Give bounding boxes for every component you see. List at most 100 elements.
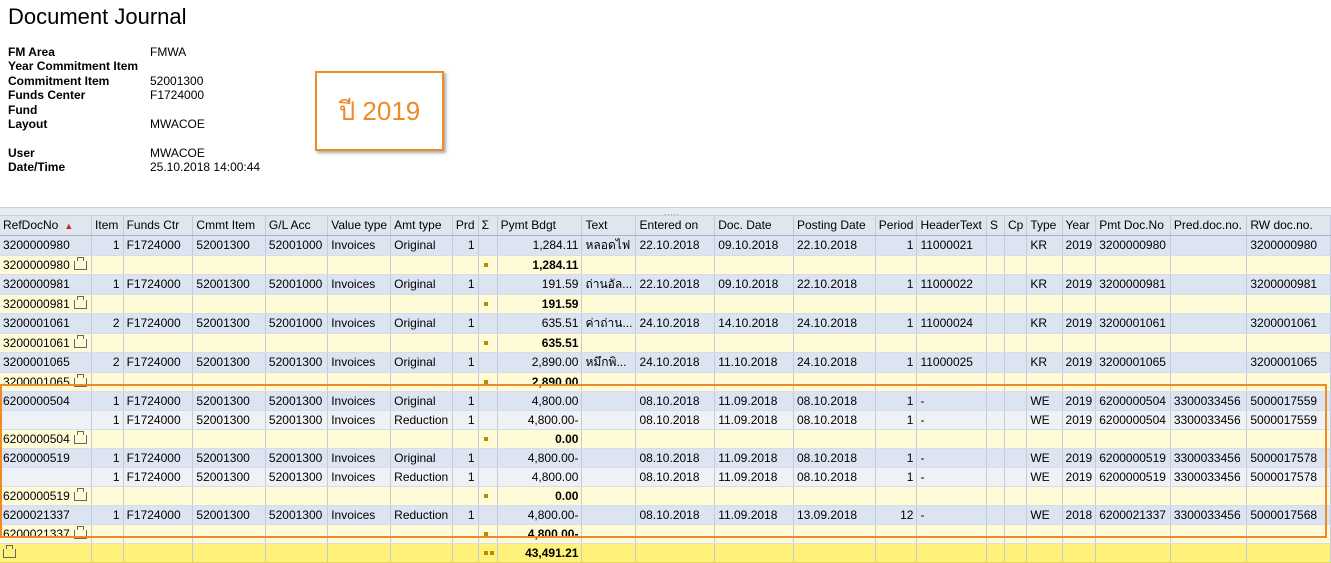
table-cell[interactable]: WE [1026,448,1063,468]
table-cell[interactable]: 52001000 [265,235,329,256]
table-cell[interactable]: 6200000519 [0,448,93,468]
table-cell[interactable] [986,448,1005,468]
table-cell[interactable]: 1,284.11 [497,235,583,256]
table-cell[interactable]: หลอดไฟ [581,235,637,256]
table-cell[interactable] [478,235,498,256]
table-cell[interactable]: Reduction [390,467,453,487]
table-cell[interactable]: 1 [91,448,124,468]
table-cell[interactable]: 3200001065 [1246,352,1331,373]
table-cell[interactable]: 11.09.2018 [714,410,794,430]
table-cell[interactable]: 52001300 [192,391,266,411]
table-cell[interactable] [1004,505,1028,525]
table-cell[interactable]: 3300033456 [1170,505,1248,525]
table-cell[interactable]: 1 [452,313,479,334]
table-cell[interactable]: 08.10.2018 [635,410,716,430]
table-cell[interactable]: 08.10.2018 [793,467,876,487]
table-cell[interactable]: 5000017559 [1246,391,1331,411]
subtotal-icon[interactable] [73,487,87,501]
table-row[interactable]: 6200000504 1 F1724000 52001300 52001300 Invoi… [0,391,1331,411]
table-cell[interactable]: Reduction [390,505,453,525]
table-cell[interactable]: - [916,391,988,411]
table-cell[interactable]: 11000022 [916,274,988,295]
table-cell[interactable]: 24.10.2018 [793,352,876,373]
table-cell[interactable]: 52001300 [192,467,266,487]
table-cell[interactable] [1004,448,1028,468]
table-cell[interactable]: 52001300 [265,467,329,487]
column-header[interactable]: Prd [452,216,479,236]
total-icon[interactable] [3,544,16,558]
table-cell[interactable]: KR [1026,274,1063,295]
table-cell[interactable]: Invoices [327,274,392,295]
table-cell[interactable]: Original [390,235,453,256]
table-cell[interactable] [986,391,1005,411]
table-cell[interactable]: F1724000 [123,448,194,468]
table-cell[interactable]: 1 [91,505,124,525]
table-cell[interactable] [581,391,637,411]
table-cell[interactable]: 1 [875,410,918,430]
table-cell[interactable]: Invoices [327,410,392,430]
table-cell[interactable]: 22.10.2018 [793,235,876,256]
table-cell[interactable]: 6200021337 [1095,505,1171,525]
column-header[interactable]: Σ [478,216,498,236]
table-cell[interactable]: 2019 [1062,448,1097,468]
table-cell[interactable]: 52001300 [192,410,266,430]
grand-total-row[interactable]: 43,491.21 [0,543,1331,563]
table-cell[interactable]: 09.10.2018 [714,274,794,295]
table-cell[interactable]: 08.10.2018 [635,505,716,525]
column-header[interactable]: Year [1062,216,1097,236]
table-cell[interactable]: 22.10.2018 [635,235,716,256]
table-cell[interactable]: 1 [452,467,479,487]
table-row[interactable]: 6200021337 1 F1724000 52001300 52001300 Invoi… [0,505,1331,525]
sort-ascending-icon[interactable]: ▲ [64,221,73,231]
table-cell[interactable]: 14.10.2018 [714,313,794,334]
table-cell[interactable]: WE [1026,391,1063,411]
table-cell[interactable] [1004,391,1028,411]
subtotal-row[interactable]: 3200001061 635.51 [0,333,1331,353]
table-cell[interactable]: Original [390,352,453,373]
table-cell[interactable]: 3200000981 [1095,274,1171,295]
table-cell[interactable] [1004,235,1028,256]
table-cell[interactable]: Invoices [327,391,392,411]
table-cell[interactable]: 1 [452,505,479,525]
table-cell[interactable]: 1 [452,448,479,468]
table-cell[interactable]: 3200001061 [0,313,93,334]
column-header[interactable]: Period [875,216,918,236]
column-header[interactable]: Entered on [635,216,716,236]
table-cell[interactable]: 1 [91,467,124,487]
table-cell[interactable] [478,352,498,373]
table-cell[interactable]: Invoices [327,313,392,334]
column-header[interactable]: Value type [327,216,392,236]
table-cell[interactable] [0,467,93,487]
table-cell[interactable]: ถ่านอัล... [581,274,637,295]
column-header[interactable]: Pymt Bdgt [497,216,583,236]
table-row[interactable]: 3200000980 1 F1724000 52001300 52001000 Invoi… [0,235,1331,256]
table-cell[interactable]: 191.59 [497,274,583,295]
table-cell[interactable] [478,410,498,430]
table-cell[interactable]: 12 [875,505,918,525]
table-cell[interactable]: 52001300 [265,448,329,468]
table-cell[interactable]: 2,890.00 [497,352,583,373]
column-header[interactable]: Type [1026,216,1063,236]
table-cell[interactable]: 08.10.2018 [793,391,876,411]
table-cell[interactable]: 5000017568 [1246,505,1331,525]
table-cell[interactable] [1170,235,1248,256]
table-row[interactable]: 3200000981 1 F1724000 52001300 52001000 Invoi… [0,274,1331,295]
column-header[interactable]: G/L Acc [265,216,329,236]
table-cell[interactable]: 22.10.2018 [635,274,716,295]
table-cell[interactable]: Invoices [327,467,392,487]
table-cell[interactable]: 52001000 [265,313,329,334]
table-cell[interactable]: 4,800.00- [497,448,583,468]
table-cell[interactable]: F1724000 [123,391,194,411]
table-cell[interactable]: 22.10.2018 [793,274,876,295]
column-header[interactable]: Posting Date [793,216,876,236]
table-cell[interactable]: ค่าถ่าน... [581,313,637,334]
column-header[interactable]: S [986,216,1005,236]
table-cell[interactable]: 08.10.2018 [793,410,876,430]
table-cell[interactable] [986,467,1005,487]
table-cell[interactable]: 2 [91,352,124,373]
table-cell[interactable]: F1724000 [123,274,194,295]
table-cell[interactable] [1170,313,1248,334]
column-header[interactable]: Item [91,216,124,236]
table-cell[interactable]: 3200001061 [1095,313,1171,334]
subtotal-icon[interactable] [73,256,87,270]
